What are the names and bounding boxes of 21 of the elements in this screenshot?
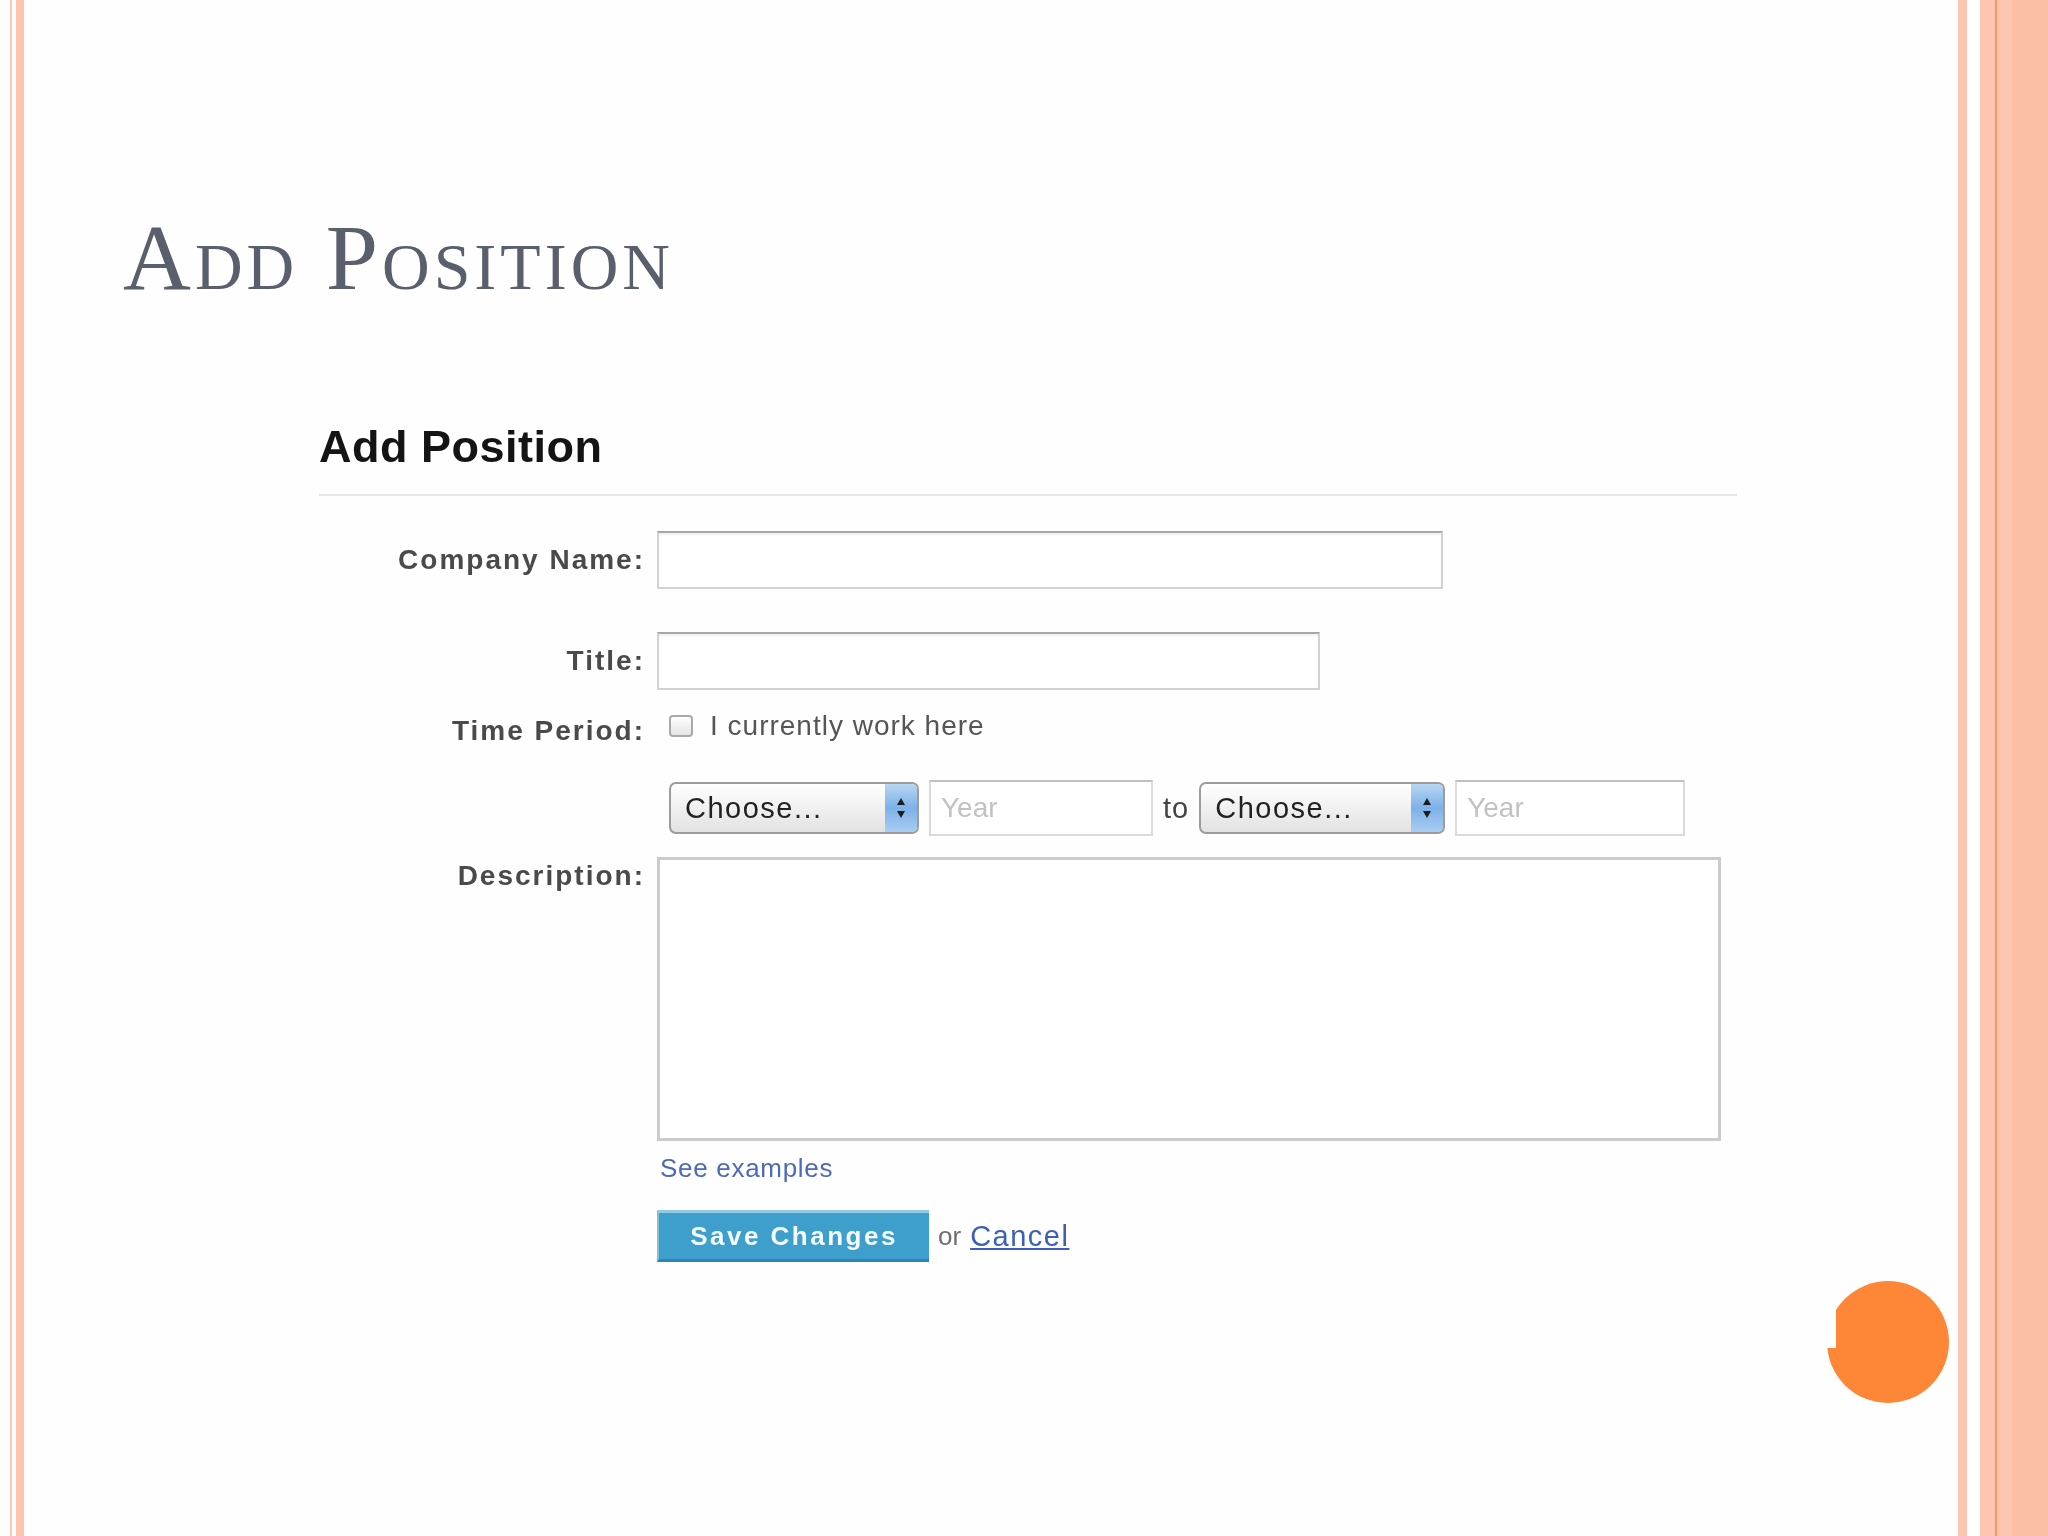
field-label: Time Period: bbox=[451, 714, 645, 748]
text-input[interactable] bbox=[657, 531, 1443, 589]
slide-title: Add Position bbox=[123, 204, 674, 311]
field-label: Company Name: bbox=[398, 543, 645, 577]
text-input[interactable] bbox=[657, 632, 1320, 690]
month-select[interactable]: Choose... bbox=[669, 782, 919, 834]
year-input[interactable]: Year bbox=[1455, 780, 1686, 836]
field-label: Title: bbox=[566, 644, 645, 678]
month-select[interactable]: Choose... bbox=[1199, 782, 1446, 834]
form-heading: Add Position bbox=[319, 421, 603, 473]
range-separator: to bbox=[1163, 791, 1190, 825]
year-input[interactable]: Year bbox=[929, 780, 1153, 836]
updown-arrows-icon bbox=[885, 784, 917, 832]
checkbox[interactable] bbox=[669, 715, 693, 737]
description-textarea[interactable] bbox=[657, 857, 1721, 1141]
cancel-link[interactable]: Cancel bbox=[970, 1219, 1070, 1253]
updown-arrows-icon bbox=[1411, 784, 1444, 832]
or-text: or bbox=[938, 1220, 962, 1252]
field-label: Description: bbox=[457, 859, 645, 893]
checkbox-label: I currently work here bbox=[710, 709, 985, 743]
see-examples-link[interactable]: See examples bbox=[660, 1152, 834, 1184]
